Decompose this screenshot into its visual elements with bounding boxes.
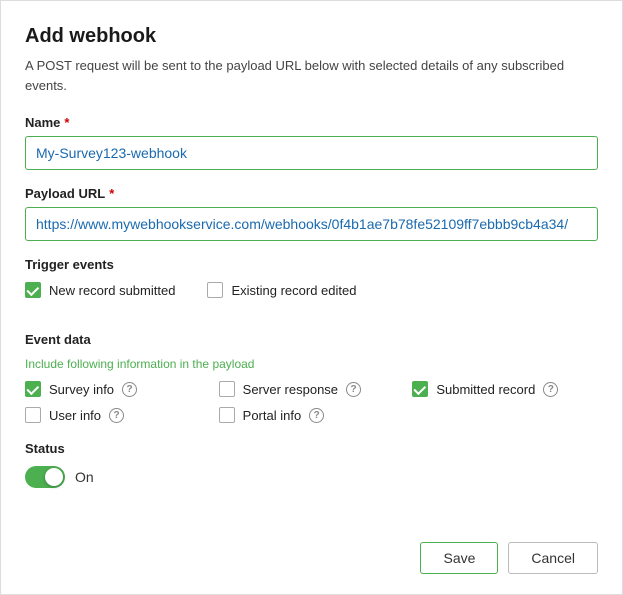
event-user-info-checkbox[interactable] — [25, 407, 41, 423]
event-submitted-record[interactable]: Submitted record ? — [412, 381, 598, 397]
event-data-grid: Survey info ? Server response ? Submitte… — [25, 381, 598, 423]
event-portal-info-checkbox[interactable] — [219, 407, 235, 423]
dialog-title: Add webhook — [25, 25, 598, 48]
submitted-record-help-icon[interactable]: ? — [543, 382, 558, 397]
toggle-track — [25, 466, 65, 488]
event-survey-info-label: Survey info — [49, 382, 114, 397]
toggle-thumb — [45, 468, 63, 486]
survey-info-help-icon[interactable]: ? — [122, 382, 137, 397]
trigger-events-label: Trigger events — [25, 257, 598, 272]
status-section: Status On — [25, 441, 598, 488]
toggle-on-label: On — [75, 469, 94, 485]
server-response-help-icon[interactable]: ? — [346, 382, 361, 397]
payload-url-field-group: Payload URL * — [25, 186, 598, 241]
trigger-events-row: New record submitted Existing record edi… — [25, 282, 598, 298]
save-button[interactable]: Save — [420, 542, 498, 574]
name-label: Name * — [25, 115, 598, 130]
event-portal-info-label: Portal info — [243, 408, 302, 423]
event-data-subtitle: Include following information in the pay… — [25, 357, 598, 371]
event-data-section: Event data Include following information… — [25, 332, 598, 423]
event-user-info-label: User info — [49, 408, 101, 423]
event-server-response[interactable]: Server response ? — [219, 381, 405, 397]
event-server-response-label: Server response — [243, 382, 338, 397]
trigger-existing-record[interactable]: Existing record edited — [207, 282, 356, 298]
status-label: Status — [25, 441, 598, 456]
event-data-label: Event data — [25, 332, 598, 347]
event-survey-info-checkbox[interactable] — [25, 381, 41, 397]
event-server-response-checkbox[interactable] — [219, 381, 235, 397]
portal-info-help-icon[interactable]: ? — [309, 408, 324, 423]
name-input[interactable] — [25, 136, 598, 170]
user-info-help-icon[interactable]: ? — [109, 408, 124, 423]
dialog-description: A POST request will be sent to the paylo… — [25, 56, 598, 95]
event-submitted-record-checkbox[interactable] — [412, 381, 428, 397]
status-toggle[interactable] — [25, 466, 65, 488]
name-field-group: Name * — [25, 115, 598, 170]
trigger-new-record[interactable]: New record submitted — [25, 282, 175, 298]
event-user-info[interactable]: User info ? — [25, 407, 211, 423]
event-submitted-record-label: Submitted record — [436, 382, 535, 397]
payload-url-label: Payload URL * — [25, 186, 598, 201]
dialog-footer: Save Cancel — [25, 532, 598, 574]
trigger-new-record-label: New record submitted — [49, 283, 175, 298]
toggle-wrapper: On — [25, 466, 598, 488]
url-required: * — [109, 186, 114, 201]
event-survey-info[interactable]: Survey info ? — [25, 381, 211, 397]
trigger-existing-record-label: Existing record edited — [231, 283, 356, 298]
add-webhook-dialog: Add webhook A POST request will be sent … — [0, 0, 623, 595]
payload-url-input[interactable] — [25, 207, 598, 241]
event-portal-info[interactable]: Portal info ? — [219, 407, 405, 423]
trigger-new-record-checkbox[interactable] — [25, 282, 41, 298]
trigger-existing-record-checkbox[interactable] — [207, 282, 223, 298]
trigger-events-group: Trigger events New record submitted Exis… — [25, 257, 598, 316]
cancel-button[interactable]: Cancel — [508, 542, 598, 574]
name-required: * — [64, 115, 69, 130]
